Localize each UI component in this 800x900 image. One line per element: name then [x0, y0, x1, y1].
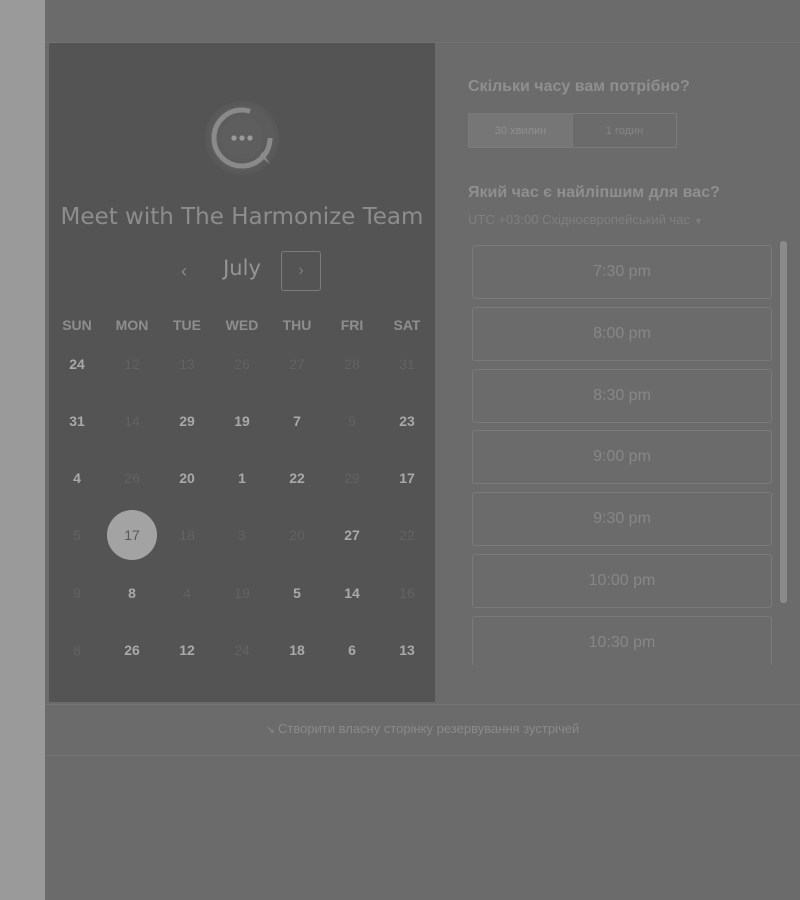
calendar-day: 12 [124, 356, 140, 372]
calendar-panel: Meet with The Harmonize Team ‹ July › SU… [49, 43, 435, 702]
duration-question: Скільки часу вам потрібно? [468, 78, 690, 95]
time-slot-scrollbar[interactable] [780, 241, 787, 603]
calendar-day: 9 [73, 585, 81, 601]
time-slot-button[interactable]: 9:00 pm [472, 430, 772, 485]
calendar-day: 18 [179, 527, 195, 543]
calendar-day: 26 [234, 356, 250, 372]
chevron-left-icon: ‹ [181, 260, 187, 281]
top-bar [45, 0, 800, 43]
weekday-label: SUN [62, 317, 92, 333]
calendar-day: 24 [234, 642, 250, 658]
calendar-day: 19 [234, 585, 250, 601]
calendar-day[interactable]: 8 [107, 568, 157, 618]
calendar-day[interactable]: 17 [382, 453, 432, 503]
calendar-day[interactable]: 5 [272, 568, 322, 618]
weekday-header: SUN MON TUE WED THU FRI SAT [49, 317, 435, 333]
time-question: Який час є найліпшим для вас? [468, 184, 720, 201]
time-slot-button[interactable]: 10:00 pm [472, 554, 772, 608]
link-icon: ↘ [265, 724, 275, 736]
time-slot-button[interactable]: 10:30 pm [472, 615, 772, 665]
calendar-day[interactable]: 26 [107, 625, 157, 675]
calendar-day[interactable]: 27 [327, 510, 377, 560]
calendar-day[interactable]: 13 [382, 625, 432, 675]
time-slot-button[interactable]: 9:30 pm [472, 492, 772, 547]
calendar-day[interactable]: 14 [327, 568, 377, 618]
calendar-day: 4 [183, 585, 191, 601]
chevron-right-icon: › [298, 262, 304, 279]
calendar-day: 26 [124, 470, 140, 486]
calendar-day[interactable]: 20 [162, 453, 212, 503]
calendar-day: 5 [73, 527, 81, 543]
calendar-day[interactable]: 1 [217, 453, 267, 503]
time-slot-button[interactable]: 8:00 pm [472, 306, 772, 361]
timezone-selector[interactable]: UTC +03:00 Східноєвропейський час ▼ [468, 212, 703, 227]
calendar-day: 8 [73, 642, 81, 658]
weekday-label: MON [115, 317, 149, 333]
calendar-day[interactable]: 12 [162, 625, 212, 675]
calendar-day-selected[interactable]: 17 [107, 510, 157, 560]
calendar-day: 22 [399, 527, 415, 543]
page-title: Meet with The Harmonize Team [60, 204, 424, 230]
calendar-day[interactable]: 4 [52, 453, 102, 503]
duration-option[interactable]: 30 хвилин [469, 114, 573, 147]
footer-link-label: Створити власну сторінку резервування зу… [277, 721, 580, 736]
calendar-day[interactable]: 31 [52, 396, 102, 446]
team-logo-icon [204, 100, 280, 176]
time-slot-button[interactable]: 7:30 pm [472, 245, 772, 299]
timezone-label: UTC +03:00 Східноєвропейський час [468, 212, 690, 227]
month-navigation: ‹ July › [49, 248, 435, 291]
calendar-day: 27 [289, 356, 305, 372]
calendar-day: 3 [238, 527, 246, 543]
create-booking-page-link[interactable]: ↘ Створити власну сторінку резервування з… [45, 721, 800, 736]
duration-selector: 30 хвилин 1 годин [468, 113, 677, 148]
weekday-label: TUE [173, 317, 201, 333]
calendar-day: 28 [344, 356, 360, 372]
weekday-label: FRI [340, 317, 364, 333]
time-slot-button[interactable]: 8:30 pm [472, 368, 772, 423]
calendar-day: 29 [344, 470, 360, 486]
weekday-label: THU [282, 317, 312, 333]
calendar-day[interactable]: 29 [162, 396, 212, 446]
calendar-day: 13 [179, 356, 195, 372]
calendar-day[interactable]: 6 [327, 625, 377, 675]
calendar-day[interactable]: 7 [272, 396, 322, 446]
side-strip [0, 0, 45, 900]
calendar-day: 31 [399, 356, 415, 372]
weekday-label: WED [225, 317, 259, 333]
calendar-day[interactable]: 23 [382, 396, 432, 446]
calendar-day[interactable]: 19 [217, 396, 267, 446]
footer: ↘ Створити власну сторінку резервування з… [45, 704, 800, 756]
calendar-day: 16 [399, 585, 415, 601]
weekday-label: SAT [393, 317, 421, 333]
calendar-day[interactable]: 24 [52, 339, 102, 389]
calendar-day: 14 [124, 413, 140, 429]
next-month-button[interactable]: › [281, 251, 321, 291]
calendar-day: 9 [348, 413, 356, 429]
month-label: July [223, 256, 261, 280]
duration-option[interactable]: 1 годин [573, 114, 676, 147]
previous-month-button[interactable]: ‹ [167, 254, 201, 288]
calendar-day[interactable]: 22 [272, 453, 322, 503]
calendar-day: 20 [289, 527, 305, 543]
time-slot-list: 7:30 pm 8:00 pm 8:30 pm 9:00 pm 9:30 pm 10:00… [472, 245, 772, 665]
calendar-day[interactable]: 18 [272, 625, 322, 675]
caret-down-icon: ▼ [693, 216, 703, 226]
